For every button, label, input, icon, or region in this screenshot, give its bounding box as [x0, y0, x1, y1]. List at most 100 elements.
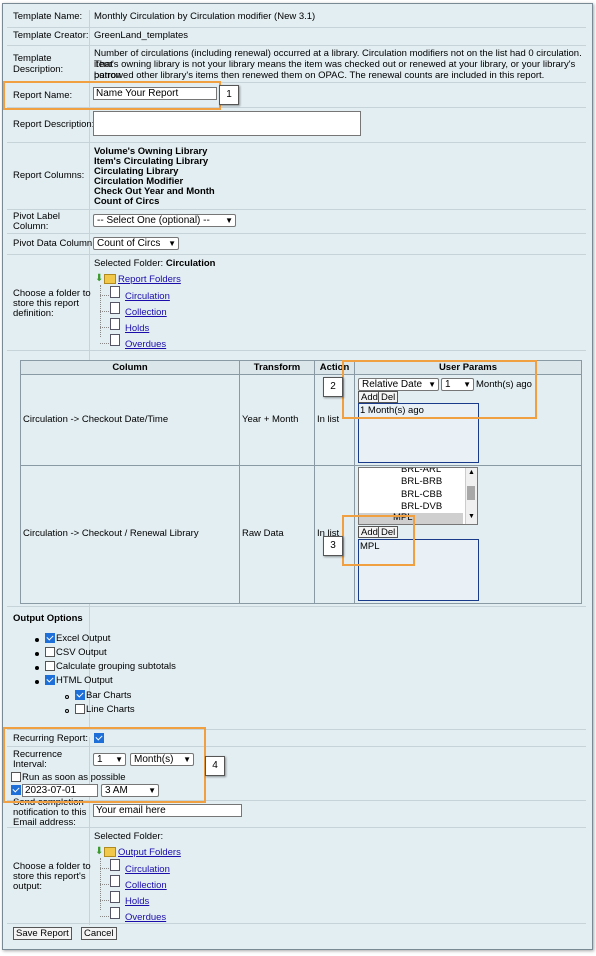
tree-line — [100, 900, 109, 901]
bullet — [35, 680, 39, 684]
report-form: Template Name: Monthly Circulation by Ci… — [2, 3, 593, 950]
output-selected-folder-label: Selected Folder: — [94, 831, 164, 842]
subtotals-option[interactable]: Calculate grouping subtotals — [45, 661, 176, 672]
scrollbar[interactable]: ▲ ▼ — [465, 468, 477, 524]
bullet — [65, 695, 69, 699]
line-chart-checkbox[interactable] — [75, 704, 85, 715]
html-option[interactable]: HTML Output — [45, 675, 113, 686]
email-input[interactable] — [93, 804, 242, 817]
folder-link-output-folders[interactable]: Output Folders — [118, 847, 181, 858]
output-folder-label-3: output: — [13, 881, 43, 892]
excel-checkbox[interactable] — [45, 633, 55, 644]
transform-header: Transform — [240, 361, 315, 375]
callout-box-3 — [342, 515, 415, 566]
folder-link-holds[interactable]: Holds — [125, 323, 149, 334]
cancel-button[interactable]: Cancel — [81, 927, 117, 940]
document-icon — [110, 891, 120, 903]
scroll-down-icon[interactable]: ▼ — [468, 513, 475, 520]
report-columns-label: Report Columns: — [13, 170, 85, 181]
selected-folder-label: Selected Folder: Circulation — [94, 258, 215, 269]
param-row-action: In list — [317, 414, 340, 425]
folder-link-collection[interactable]: Collection — [125, 307, 167, 318]
bullet — [65, 709, 69, 713]
row-report-description: Report Description: — [7, 107, 586, 143]
row-output-options: Output Options Excel Output CSV Output C… — [7, 606, 586, 730]
report-folder-tree: ⬇ Report Folders Circulation Collection … — [95, 273, 215, 350]
callout-badge-2: 2 — [323, 377, 343, 397]
scroll-up-icon[interactable]: ▲ — [468, 469, 475, 476]
folder-icon — [104, 274, 116, 284]
output-options-title: Output Options — [13, 613, 83, 624]
document-icon — [110, 334, 120, 346]
pivot-label-select[interactable]: -- Select One (optional) -- ▼ — [93, 214, 236, 227]
output-folder-tree: ⬇ Output Folders Circulation Collection … — [95, 846, 215, 923]
output-folder-link-collection[interactable]: Collection — [125, 880, 167, 891]
row-pivot-data: Pivot Data Column: Count of Circs ▼ — [7, 233, 586, 255]
report-column-item: Count of Circs — [94, 196, 160, 207]
document-icon — [110, 859, 120, 871]
document-icon — [110, 907, 120, 919]
excel-option[interactable]: Excel Output — [45, 633, 110, 644]
callout-box-1 — [3, 81, 221, 110]
row-template-creator: Template Creator: GreenLand_templates — [7, 27, 586, 46]
selected-folder-value: Circulation — [165, 258, 216, 269]
callout-badge-3: 3 — [323, 536, 343, 556]
library-option[interactable]: BRL-ARL — [401, 468, 441, 475]
row-report-folder: Choose a folder to store this report def… — [7, 254, 586, 351]
tree-line — [100, 884, 109, 885]
report-description-textarea[interactable] — [93, 111, 361, 136]
param-row-transform: Raw Data — [242, 528, 284, 539]
output-folder-link-holds[interactable]: Holds — [125, 896, 149, 907]
html-label: HTML Output — [56, 675, 113, 686]
grid-line — [314, 375, 315, 603]
row-template-description: Template Description: Number of circulat… — [7, 45, 586, 83]
output-folder-link-overdues[interactable]: Overdues — [125, 912, 166, 923]
csv-checkbox[interactable] — [45, 647, 55, 658]
template-creator-value: GreenLand_templates — [94, 30, 189, 41]
document-icon — [110, 286, 120, 298]
expand-arrow-icon[interactable]: ⬇ — [95, 273, 103, 284]
output-folder-link-circulation[interactable]: Circulation — [125, 864, 170, 875]
row-output-folder: Choose a folder to store this report's o… — [7, 827, 586, 924]
folder-link-report-folders[interactable]: Report Folders — [118, 274, 181, 285]
row-report-columns: Report Columns: Volume's Owning Library … — [7, 142, 586, 210]
grid-line — [21, 465, 581, 466]
tree-line — [100, 295, 109, 296]
tree-line — [100, 343, 109, 344]
chevron-down-icon: ▼ — [225, 216, 233, 225]
tree-line — [100, 327, 109, 328]
bar-chart-option[interactable]: Bar Charts — [75, 690, 131, 701]
pivot-label-label-2: Column: — [13, 221, 49, 232]
line-chart-option[interactable]: Line Charts — [75, 704, 135, 715]
line-chart-label: Line Charts — [86, 704, 135, 715]
csv-option[interactable]: CSV Output — [45, 647, 107, 658]
subtotals-label: Calculate grouping subtotals — [56, 661, 176, 672]
scrollbar-thumb[interactable] — [467, 486, 475, 500]
library-option[interactable]: BRL-DVB — [401, 501, 442, 512]
bullet — [35, 638, 39, 642]
tree-line — [100, 916, 109, 917]
bar-chart-checkbox[interactable] — [75, 690, 85, 701]
bullet — [35, 666, 39, 670]
library-option[interactable]: BRL-BRB — [401, 476, 442, 487]
library-option[interactable]: BRL-CBB — [401, 489, 442, 500]
report-description-label: Report Description: — [13, 119, 95, 130]
tree-line — [100, 311, 109, 312]
subtotals-checkbox[interactable] — [45, 661, 55, 672]
folder-link-circulation[interactable]: Circulation — [125, 291, 170, 302]
grid-line — [239, 375, 240, 603]
expand-arrow-icon[interactable]: ⬇ — [95, 846, 103, 857]
tree-line — [100, 868, 109, 869]
document-icon — [110, 302, 120, 314]
row-template-name: Template Name: Monthly Circulation by Ci… — [7, 6, 586, 28]
template-name-value: Monthly Circulation by Circulation modif… — [94, 11, 316, 22]
callout-badge-1: 1 — [219, 85, 239, 105]
bar-chart-label: Bar Charts — [86, 690, 132, 701]
row-email: Send completion notification to this Ema… — [7, 797, 586, 828]
pivot-data-select[interactable]: Count of Circs ▼ — [93, 237, 179, 250]
folder-link-overdues[interactable]: Overdues — [125, 339, 166, 350]
pivot-data-label: Pivot Data Column: — [13, 238, 95, 249]
save-report-button[interactable]: Save Report — [13, 927, 72, 940]
template-creator-label: Template Creator: — [13, 30, 89, 41]
html-checkbox[interactable] — [45, 675, 55, 686]
